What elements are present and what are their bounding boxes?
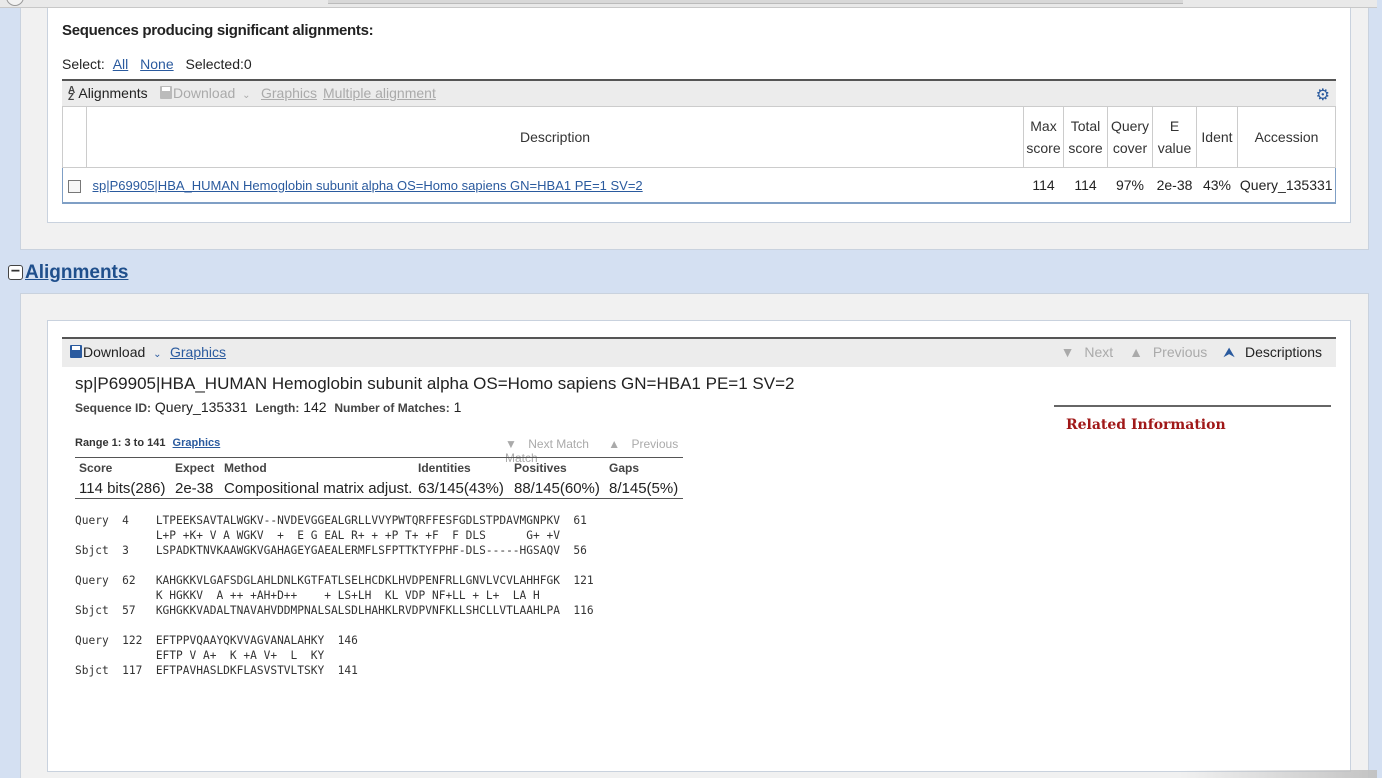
method-value: Compositional matrix adjust. — [224, 480, 413, 497]
summary-toolbar: AZ Alignments Download ⌄ Graphics Multip… — [62, 79, 1336, 107]
score-value: 114 bits(286) — [79, 480, 166, 497]
total-score-header[interactable]: Total score — [1063, 107, 1108, 168]
row-checkbox[interactable] — [68, 179, 82, 193]
description-cell: sp|P69905|HBA_HUMAN Hemoglobin subunit a… — [86, 166, 1024, 203]
up-arrow-icon: ⮝ — [1223, 344, 1236, 360]
hit-meta: Sequence ID: Query_135331 Length: 142 Nu… — [75, 399, 461, 415]
graphics-link-disabled[interactable]: Graphics — [261, 85, 317, 101]
range-graphics-link[interactable]: Graphics — [173, 437, 221, 449]
disk-icon — [160, 86, 172, 99]
sequence-alignment: Query 4 LTPEEKSAVTALWGKV--NVDEVGGEALGRLL… — [75, 514, 594, 677]
max-score-cell: 114 — [1023, 166, 1064, 203]
positives-header: Positives — [514, 461, 567, 475]
positives-value: 88/145(60%) — [514, 480, 600, 497]
next-button[interactable]: ▼ Next — [1055, 344, 1114, 360]
related-information-panel: Related Information — [1054, 405, 1331, 433]
select-row: Select: All None Selected:0 — [62, 56, 252, 72]
alignment-stats: Score Expect Method Identities Positives… — [75, 457, 683, 499]
multiple-alignment-link-disabled[interactable]: Multiple alignment — [323, 85, 436, 101]
e-value-header[interactable]: Evalue — [1152, 107, 1197, 168]
row-checkbox-cell — [62, 166, 87, 203]
matches-label: Number of Matches: — [334, 401, 450, 415]
up-triangle-icon: ▲ — [608, 437, 621, 451]
selected-count: Selected:0 — [185, 56, 252, 72]
alignments-section-link[interactable]: Alignments — [25, 262, 128, 283]
bottom-shadow — [1180, 770, 1382, 778]
alignments-toolbar: Download ⌄ Graphics ▼ Next ▲ Previous ⮝ … — [62, 337, 1336, 367]
query-cover-cell: 97% — [1107, 166, 1153, 203]
seq-id-value: Query_135331 — [154, 399, 248, 415]
checkbox-col-header — [62, 107, 87, 168]
accession-header[interactable]: Accession — [1237, 107, 1336, 168]
down-triangle-icon: ▼ — [505, 437, 517, 451]
method-header: Method — [224, 461, 267, 475]
max-score-header[interactable]: Max score — [1023, 107, 1064, 168]
range-row: Range 1: 3 to 141 Graphics ▼ Next Match … — [75, 437, 695, 465]
right-edge — [1377, 0, 1382, 778]
sort-alignments-button[interactable]: AZ Alignments — [68, 85, 148, 103]
download-button-disabled[interactable]: Download ⌄ — [160, 85, 251, 101]
chevron-down-icon: ⌄ — [242, 90, 251, 101]
collapse-icon[interactable]: − — [8, 264, 23, 280]
down-triangle-icon: ▼ — [1060, 344, 1075, 360]
query-cover-header[interactable]: Query cover — [1107, 107, 1153, 168]
description-header[interactable]: Description — [86, 107, 1024, 168]
sort-icon: AZ — [68, 85, 76, 103]
gaps-header: Gaps — [609, 461, 640, 475]
download-label: Download — [173, 85, 236, 101]
previous-button[interactable]: ▲ Previous — [1123, 344, 1207, 360]
descriptions-button[interactable]: ⮝ Descriptions — [1217, 344, 1322, 360]
hit-title: sp|P69905|HBA_HUMAN Hemoglobin subunit a… — [75, 374, 795, 393]
select-label: Select: — [62, 56, 105, 72]
gaps-value: 8/145(5%) — [609, 480, 679, 497]
scroll-bar-fragment — [328, 0, 1183, 4]
results-table: Description Max score Total score Query cov… — [62, 107, 1336, 204]
nav-controls: ▼ Next ▲ Previous ⮝ Descriptions — [1049, 344, 1322, 361]
length-value: 142 — [303, 399, 327, 415]
length-label: Length: — [255, 401, 300, 415]
score-header: Score — [79, 461, 113, 475]
disk-icon — [70, 345, 82, 358]
expect-value: 2e-38 — [175, 480, 214, 497]
up-triangle-icon: ▲ — [1129, 344, 1143, 360]
alignments-label: Alignments — [78, 85, 148, 101]
graphics-link[interactable]: Graphics — [170, 344, 226, 360]
identities-header: Identities — [418, 461, 471, 475]
next-match-button[interactable]: ▼ Next Match — [505, 437, 597, 451]
circle-icon — [6, 0, 24, 6]
select-all-link[interactable]: All — [113, 56, 129, 72]
select-none-link[interactable]: None — [140, 56, 173, 72]
download-label: Download — [83, 344, 146, 360]
e-value-cell: 2e-38 — [1152, 166, 1197, 203]
chevron-down-icon: ⌄ — [153, 349, 162, 360]
ident-header[interactable]: Ident — [1196, 107, 1238, 168]
gear-icon[interactable]: ⚙ — [1316, 85, 1330, 105]
range-label: Range 1: 3 to 141 — [75, 437, 166, 449]
related-information-title: Related Information — [1066, 417, 1226, 433]
hit-description-link[interactable]: sp|P69905|HBA_HUMAN Hemoglobin subunit a… — [93, 178, 643, 193]
alignments-section-header: − Alignments — [8, 262, 128, 284]
matches-value: 1 — [453, 399, 462, 415]
table-row: sp|P69905|HBA_HUMAN Hemoglobin subunit a… — [62, 166, 1336, 203]
total-score-cell: 114 — [1063, 166, 1108, 203]
section-title: Sequences producing significant alignmen… — [62, 22, 374, 39]
seq-id-label: Sequence ID: — [75, 401, 152, 415]
top-strip — [0, 0, 1382, 8]
download-button[interactable]: Download ⌄ — [70, 344, 162, 360]
accession-cell: Query_135331 — [1237, 166, 1336, 203]
identities-value: 63/145(43%) — [418, 480, 504, 497]
expect-header: Expect — [175, 461, 215, 475]
ident-cell: 43% — [1196, 166, 1238, 203]
